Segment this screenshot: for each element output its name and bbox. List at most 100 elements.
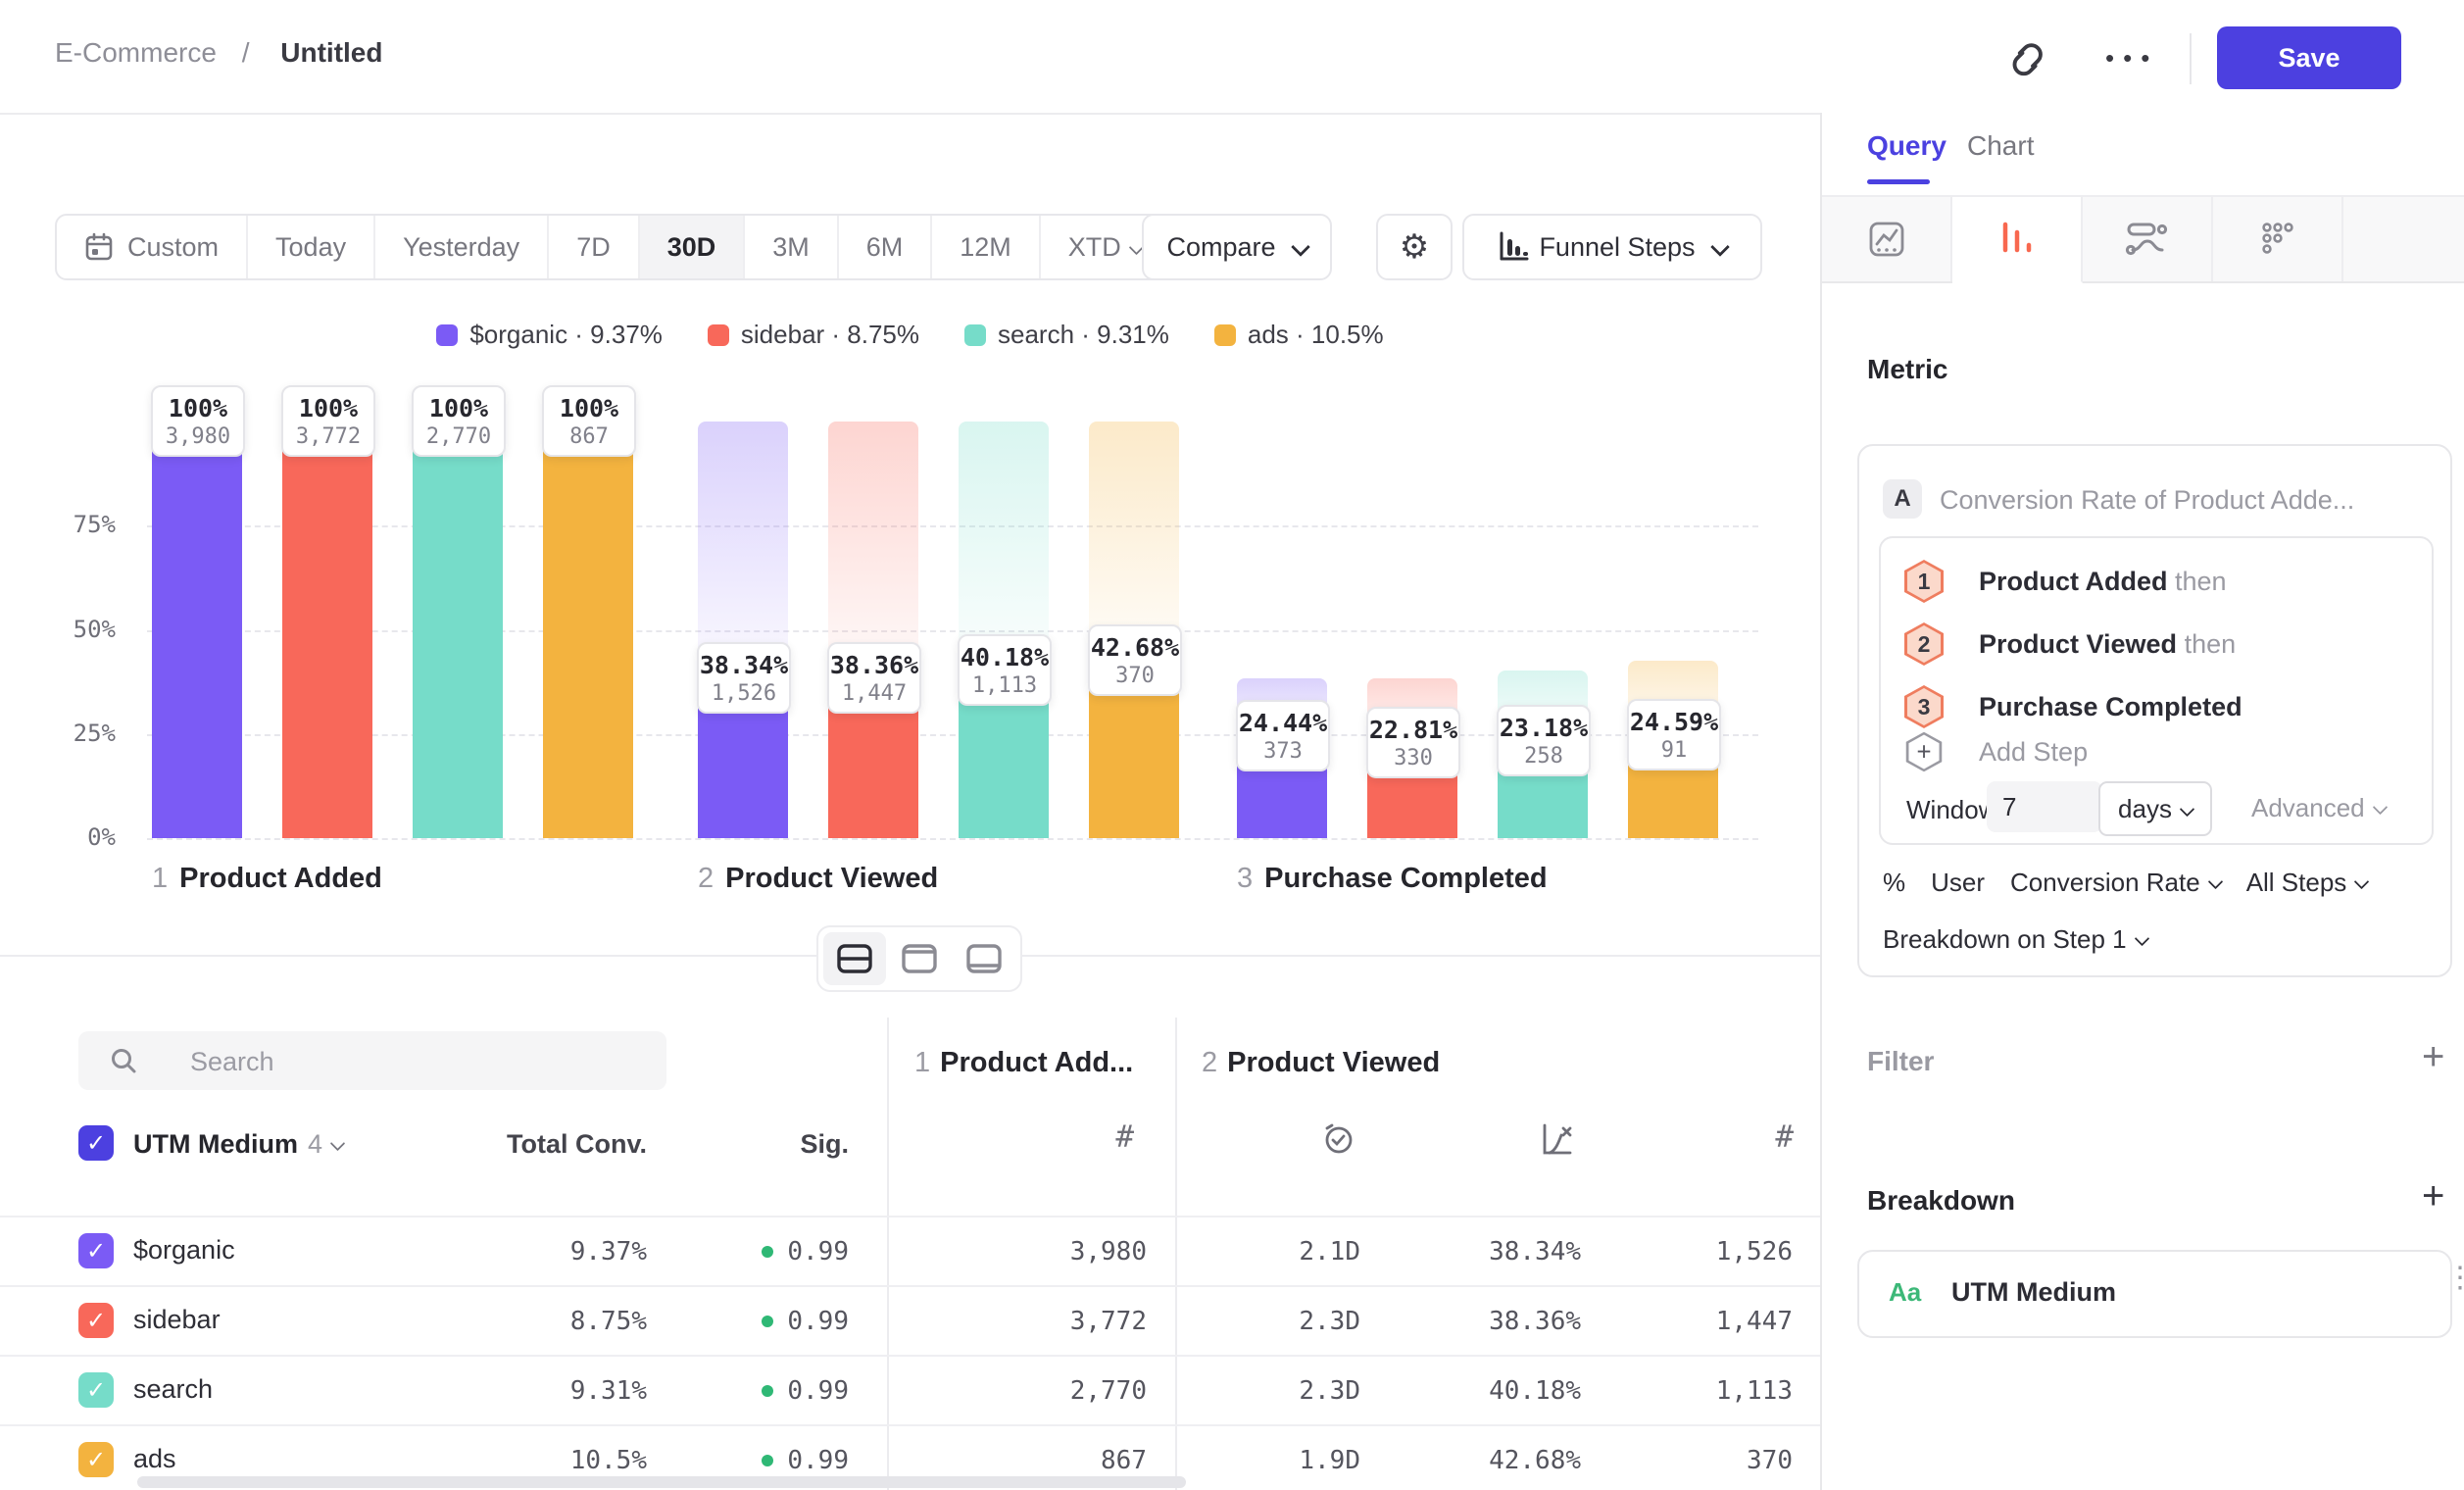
date-range-30d[interactable]: 30D bbox=[638, 216, 744, 278]
bar-count-label: 1,447 bbox=[829, 681, 919, 706]
measure-metric-select[interactable]: Conversion Rate bbox=[2010, 868, 2221, 898]
bar-value-card: 24.59%91 bbox=[1627, 699, 1721, 770]
tab-chart[interactable]: Chart bbox=[1967, 130, 2034, 162]
row-label: search bbox=[133, 1374, 213, 1405]
select-all-checkbox[interactable]: ✓ bbox=[78, 1125, 114, 1161]
table-row-organic[interactable]: ✓ $organic 9.37% 0.99 3,980 2.1D 38.34% … bbox=[0, 1216, 1820, 1287]
funnel-bar-search-step1[interactable] bbox=[413, 422, 503, 838]
sig-header[interactable]: Sig. bbox=[653, 1129, 849, 1160]
add-filter-button[interactable]: + bbox=[2422, 1042, 2444, 1071]
step-name: Product Viewed bbox=[1227, 1047, 1440, 1078]
table-step2-header[interactable]: 2 Product Viewed bbox=[1202, 1047, 1440, 1079]
funnel-chart-icon bbox=[1498, 231, 1531, 263]
row-checkbox[interactable]: ✓ bbox=[78, 1442, 114, 1477]
metric-section-title: Metric bbox=[1867, 354, 1947, 385]
funnel-bar-sidebar-step1[interactable] bbox=[282, 422, 372, 838]
count-metric-icon[interactable]: # bbox=[1093, 1119, 1134, 1155]
step-number: 1 bbox=[152, 863, 168, 894]
step-number-hexagon: 1 bbox=[1904, 560, 1944, 603]
layout-toggle-split-view[interactable] bbox=[823, 932, 886, 985]
metric-title[interactable]: Conversion Rate of Product Adde... bbox=[1940, 485, 2354, 516]
query-step-2[interactable]: 2 Product Viewed then bbox=[1904, 622, 2236, 666]
table-step1-header[interactable]: 1Product Add... bbox=[914, 1047, 1133, 1079]
bar-value-card: 40.18%1,113 bbox=[958, 634, 1052, 706]
add-breakdown-button[interactable]: + bbox=[2422, 1181, 2444, 1211]
bar-count-label: 258 bbox=[1499, 744, 1589, 769]
search-input[interactable] bbox=[188, 1031, 653, 1092]
query-step-name: Product Added then bbox=[1979, 567, 2227, 597]
tab-flows[interactable] bbox=[2083, 197, 2213, 281]
legend-item-ads[interactable]: ads · 10.5% bbox=[1214, 320, 1384, 350]
table-row-search[interactable]: ✓ search 9.31% 0.99 2,770 2.3D 40.18% 1,… bbox=[0, 1355, 1820, 1426]
avg-time-icon[interactable] bbox=[1319, 1119, 1356, 1162]
tab-funnels[interactable] bbox=[1952, 197, 2083, 283]
tab-strip-filler bbox=[2343, 197, 2464, 281]
more-options-icon[interactable]: ••• bbox=[2105, 43, 2174, 76]
advanced-toggle[interactable]: Advanced bbox=[2251, 793, 2386, 823]
kebab-menu-icon[interactable]: ⋮​ bbox=[2445, 1271, 2464, 1299]
bar-pct-label: 22.81% bbox=[1368, 716, 1458, 744]
legend-item-organic[interactable]: $organic · 9.37% bbox=[436, 320, 663, 350]
table-row-sidebar[interactable]: ✓ sidebar 8.75% 0.99 3,772 2.3D 38.36% 1… bbox=[0, 1285, 1820, 1357]
funnel-bar-organic-step1[interactable] bbox=[152, 422, 242, 838]
measure-prefix[interactable]: % bbox=[1883, 868, 1905, 898]
count-metric-icon[interactable]: # bbox=[1752, 1119, 1794, 1155]
layout-toggle-chart-only-view[interactable] bbox=[888, 932, 951, 985]
date-range-3m[interactable]: 3M bbox=[743, 216, 837, 278]
row-checkbox[interactable]: ✓ bbox=[78, 1303, 114, 1338]
date-range-label: 7D bbox=[576, 232, 611, 263]
tab-query[interactable]: Query bbox=[1867, 130, 1947, 162]
conv-rate-value: 38.36% bbox=[1385, 1307, 1581, 1336]
breakdown-item-card[interactable]: Aa UTM Medium ⋮​ bbox=[1857, 1250, 2452, 1338]
date-range-6m[interactable]: 6M bbox=[837, 216, 931, 278]
save-button[interactable]: Save bbox=[2217, 26, 2401, 89]
breakdown-on-step-select[interactable]: Breakdown on Step 1 bbox=[1883, 924, 2147, 955]
date-range-label: 30D bbox=[667, 232, 716, 263]
add-step-button[interactable]: + Add Step bbox=[1904, 730, 2088, 773]
row-checkbox[interactable]: ✓ bbox=[78, 1233, 114, 1268]
breakdown-column-header[interactable]: UTM Medium4 bbox=[133, 1129, 343, 1160]
funnel-bar-ads-step1[interactable] bbox=[543, 422, 633, 838]
breadcrumb-current[interactable]: Untitled bbox=[280, 37, 382, 68]
query-step-3[interactable]: 3 Purchase Completed bbox=[1904, 685, 2242, 728]
avg-time-value: 2.1D bbox=[1164, 1237, 1360, 1266]
sig-dot-icon bbox=[762, 1385, 773, 1397]
date-range-label: Yesterday bbox=[403, 232, 519, 263]
bar-count-label: 330 bbox=[1368, 746, 1458, 770]
tab-retention[interactable] bbox=[2213, 197, 2343, 281]
breadcrumb-parent[interactable]: E-Commerce bbox=[55, 37, 217, 68]
step-number: 2 bbox=[1202, 1047, 1217, 1078]
layout-toggle-table-only-view[interactable] bbox=[953, 932, 1015, 985]
bar-count-label: 2,770 bbox=[414, 424, 504, 449]
date-range-7d[interactable]: 7D bbox=[547, 216, 638, 278]
y-axis-tick: 75% bbox=[47, 511, 116, 538]
report-type-tabs bbox=[1822, 195, 2464, 283]
add-step-hexagon-icon: + bbox=[1906, 732, 1943, 771]
advanced-label: Advanced bbox=[2251, 793, 2365, 822]
date-range-today[interactable]: Today bbox=[246, 216, 373, 278]
compare-button[interactable]: Compare bbox=[1142, 214, 1332, 280]
date-range-yesterday[interactable]: Yesterday bbox=[373, 216, 547, 278]
row-checkbox[interactable]: ✓ bbox=[78, 1372, 114, 1408]
conversion-rate-icon[interactable] bbox=[1537, 1119, 1576, 1164]
measure-entity[interactable]: User bbox=[1931, 868, 1985, 898]
tab-insights[interactable] bbox=[1822, 197, 1952, 281]
date-range-custom[interactable]: Custom bbox=[57, 216, 246, 278]
total-conv-header[interactable]: Total Conv. bbox=[451, 1129, 647, 1160]
measure-scope-select[interactable]: All Steps bbox=[2246, 868, 2368, 898]
bar-count-label: 373 bbox=[1238, 739, 1328, 764]
sig-dot-icon bbox=[762, 1316, 773, 1327]
step-number: 2 bbox=[698, 863, 714, 894]
settings-button[interactable]: ⚙ bbox=[1376, 214, 1453, 280]
legend-item-sidebar[interactable]: sidebar · 8.75% bbox=[708, 320, 919, 350]
chart-type-button[interactable]: Funnel Steps bbox=[1462, 214, 1762, 280]
date-range-12m[interactable]: 12M bbox=[930, 216, 1039, 278]
horizontal-scrollbar[interactable] bbox=[137, 1476, 1186, 1488]
copy-link-icon[interactable] bbox=[2003, 35, 2050, 82]
query-step-1[interactable]: 1 Product Added then bbox=[1904, 560, 2227, 603]
window-value-input[interactable] bbox=[1987, 781, 2102, 832]
legend-item-search[interactable]: search · 9.31% bbox=[964, 320, 1169, 350]
breakdown-section-title: Breakdown bbox=[1867, 1185, 2015, 1217]
window-unit-select[interactable]: days bbox=[2098, 781, 2212, 836]
bar-count-label: 1,526 bbox=[699, 681, 789, 706]
